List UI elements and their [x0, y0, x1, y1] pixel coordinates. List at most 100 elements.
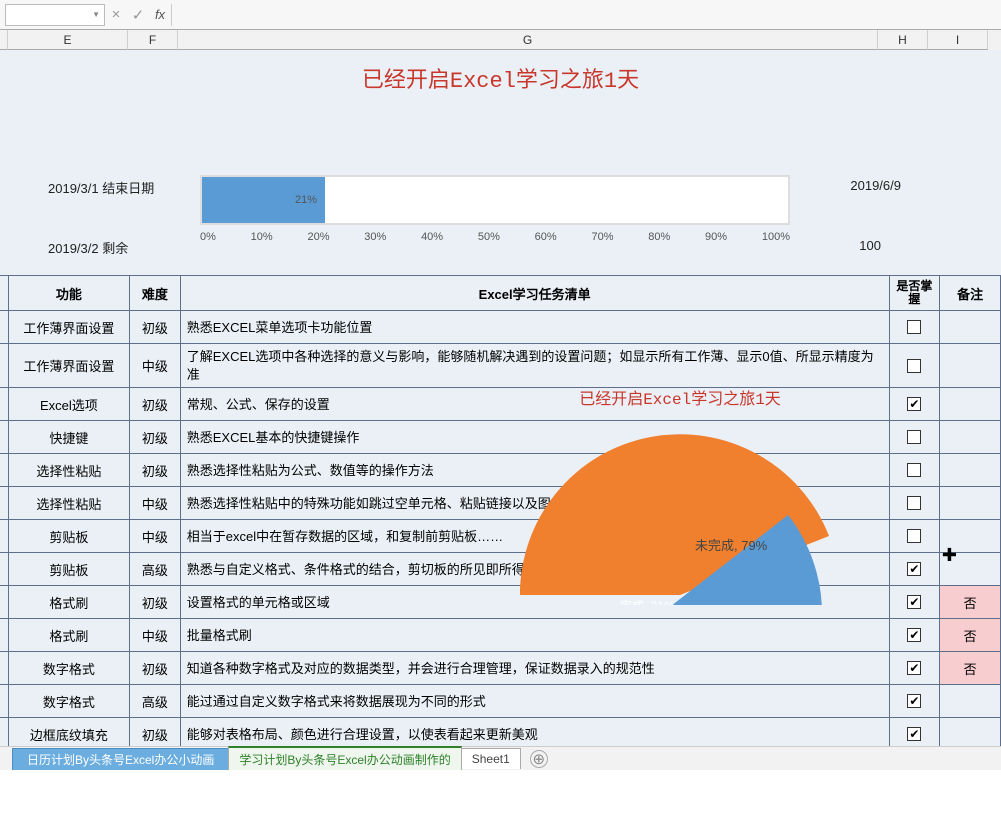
table-row[interactable]: 格式刷初级设置格式的单元格或区域 ✔ 否: [0, 586, 1001, 619]
cell-function[interactable]: Excel选项: [8, 388, 130, 421]
cell-description[interactable]: 了解EXCEL选项中各种选择的意义与影响，能够随机解决遇到的设置问题；如显示所有…: [180, 344, 889, 388]
checkbox[interactable]: ✔: [907, 562, 921, 576]
cell-description[interactable]: 熟悉选择性粘贴中的特殊功能如跳过空单元格、粘贴链接以及图……: [180, 487, 889, 520]
cell-mastered[interactable]: [889, 421, 940, 454]
checkbox[interactable]: ✔: [907, 628, 921, 642]
cell-description[interactable]: 熟悉EXCEL基本的快捷键操作: [180, 421, 889, 454]
cell-description[interactable]: 批量格式刷: [180, 619, 889, 652]
table-row[interactable]: 剪贴板中级相当于excel中在暂存数据的区域，和复制前剪贴板……: [0, 520, 1001, 553]
cell-mastered[interactable]: [889, 454, 940, 487]
cell-difficulty[interactable]: 中级: [130, 520, 181, 553]
cell-mastered[interactable]: [889, 520, 940, 553]
cell-remark[interactable]: [940, 388, 1001, 421]
cell-remark[interactable]: [940, 487, 1001, 520]
cell-mastered[interactable]: ✔: [889, 652, 940, 685]
checkbox[interactable]: ✔: [907, 694, 921, 708]
cell-function[interactable]: 选择性粘贴: [8, 454, 130, 487]
sheet-tab-1[interactable]: 日历计划By头条号Excel办公小动画: [12, 748, 229, 770]
cell-remark[interactable]: [940, 553, 1001, 586]
cell-difficulty[interactable]: 中级: [130, 487, 181, 520]
col-header-G[interactable]: G: [178, 30, 878, 50]
cell-mastered[interactable]: ✔: [889, 388, 940, 421]
cell-description[interactable]: 常规、公式、保存的设置: [180, 388, 889, 421]
col-header-F[interactable]: F: [128, 30, 178, 50]
table-row[interactable]: 剪贴板高级熟悉与自定义格式、条件格式的结合，剪切板的所见即所得 ✔: [0, 553, 1001, 586]
cell-description[interactable]: 设置格式的单元格或区域: [180, 586, 889, 619]
checkbox[interactable]: ✔: [907, 661, 921, 675]
add-sheet-icon[interactable]: ⊕: [530, 750, 548, 768]
cell-function[interactable]: 工作薄界面设置: [8, 344, 130, 388]
cell-remark[interactable]: [940, 685, 1001, 718]
name-box[interactable]: ▼: [5, 4, 105, 26]
col-header-I[interactable]: I: [928, 30, 988, 50]
cell-description[interactable]: 知道各种数字格式及对应的数据类型，并会进行合理管理，保证数据录入的规范性: [180, 652, 889, 685]
cell-remark[interactable]: [940, 421, 1001, 454]
checkbox[interactable]: ✔: [907, 595, 921, 609]
cell-function[interactable]: 选择性粘贴: [8, 487, 130, 520]
checkbox[interactable]: [907, 320, 921, 334]
cell-function[interactable]: 剪贴板: [8, 520, 130, 553]
cell-remark[interactable]: 否: [940, 586, 1001, 619]
cell-difficulty[interactable]: 初级: [130, 652, 181, 685]
fx-commit-icon[interactable]: ✓: [127, 6, 149, 24]
formula-input[interactable]: [171, 4, 996, 26]
cell-mastered[interactable]: [889, 344, 940, 388]
cell-function[interactable]: 工作薄界面设置: [8, 311, 130, 344]
cell-function[interactable]: 快捷键: [8, 421, 130, 454]
col-header-H[interactable]: H: [878, 30, 928, 50]
table-row[interactable]: 数字格式初级知道各种数字格式及对应的数据类型，并会进行合理管理，保证数据录入的规…: [0, 652, 1001, 685]
cell-description[interactable]: 熟悉与自定义格式、条件格式的结合，剪切板的所见即所得: [180, 553, 889, 586]
sheet-tab-2[interactable]: 学习计划By头条号Excel办公动画制作的: [228, 746, 461, 770]
cell-difficulty[interactable]: 中级: [130, 619, 181, 652]
cell-difficulty[interactable]: 初级: [130, 388, 181, 421]
cell-description[interactable]: 相当于excel中在暂存数据的区域，和复制前剪贴板……: [180, 520, 889, 553]
cell-mastered[interactable]: [889, 311, 940, 344]
cell-remark[interactable]: [940, 454, 1001, 487]
checkbox[interactable]: [907, 529, 921, 543]
table-row[interactable]: 工作薄界面设置初级熟悉EXCEL菜单选项卡功能位置: [0, 311, 1001, 344]
table-row[interactable]: 工作薄界面设置中级了解EXCEL选项中各种选择的意义与影响，能够随机解决遇到的设…: [0, 344, 1001, 388]
cell-mastered[interactable]: ✔: [889, 586, 940, 619]
cell-remark[interactable]: 否: [940, 652, 1001, 685]
cell-mastered[interactable]: ✔: [889, 685, 940, 718]
cell-difficulty[interactable]: 中级: [130, 344, 181, 388]
cell-mastered[interactable]: [889, 487, 940, 520]
sheet-tab-3[interactable]: Sheet1: [461, 748, 521, 769]
cell-difficulty[interactable]: 高级: [130, 685, 181, 718]
checkbox[interactable]: ✔: [907, 727, 921, 741]
cell-description[interactable]: 熟悉EXCEL菜单选项卡功能位置: [180, 311, 889, 344]
checkbox[interactable]: [907, 430, 921, 444]
checkbox[interactable]: [907, 496, 921, 510]
cell-difficulty[interactable]: 初级: [130, 586, 181, 619]
cell-difficulty[interactable]: 高级: [130, 553, 181, 586]
fx-icon[interactable]: fx: [149, 7, 171, 22]
cell-remark[interactable]: [940, 311, 1001, 344]
fx-cancel-icon[interactable]: ×: [105, 6, 127, 23]
cell-remark[interactable]: [940, 520, 1001, 553]
cell-function[interactable]: 格式刷: [8, 619, 130, 652]
cell-difficulty[interactable]: 初级: [130, 311, 181, 344]
checkbox[interactable]: ✔: [907, 397, 921, 411]
cell-remark[interactable]: [940, 344, 1001, 388]
checkbox[interactable]: [907, 359, 921, 373]
cell-function[interactable]: 格式刷: [8, 586, 130, 619]
cell-function[interactable]: 数字格式: [8, 652, 130, 685]
checkbox[interactable]: [907, 463, 921, 477]
table-row[interactable]: 数字格式高级能过通过自定义数字格式来将数据展现为不同的形式 ✔: [0, 685, 1001, 718]
cell-function[interactable]: 剪贴板: [8, 553, 130, 586]
col-header-E[interactable]: E: [8, 30, 128, 50]
cell-difficulty[interactable]: 初级: [130, 421, 181, 454]
table-row[interactable]: Excel选项初级常规、公式、保存的设置 ✔: [0, 388, 1001, 421]
cell-remark[interactable]: 否: [940, 619, 1001, 652]
cell-description[interactable]: 熟悉选择性粘贴为公式、数值等的操作方法: [180, 454, 889, 487]
cell-mastered[interactable]: ✔: [889, 619, 940, 652]
cell-function[interactable]: 数字格式: [8, 685, 130, 718]
cell-mastered[interactable]: ✔: [889, 553, 940, 586]
table-row[interactable]: 格式刷中级批量格式刷 ✔ 否: [0, 619, 1001, 652]
table-row[interactable]: 选择性粘贴中级熟悉选择性粘贴中的特殊功能如跳过空单元格、粘贴链接以及图……: [0, 487, 1001, 520]
cell-description[interactable]: 能过通过自定义数字格式来将数据展现为不同的形式: [180, 685, 889, 718]
table-row[interactable]: 快捷键初级熟悉EXCEL基本的快捷键操作: [0, 421, 1001, 454]
cell-difficulty[interactable]: 初级: [130, 454, 181, 487]
table-row[interactable]: 选择性粘贴初级熟悉选择性粘贴为公式、数值等的操作方法: [0, 454, 1001, 487]
name-box-dropdown-icon[interactable]: ▼: [92, 10, 100, 19]
